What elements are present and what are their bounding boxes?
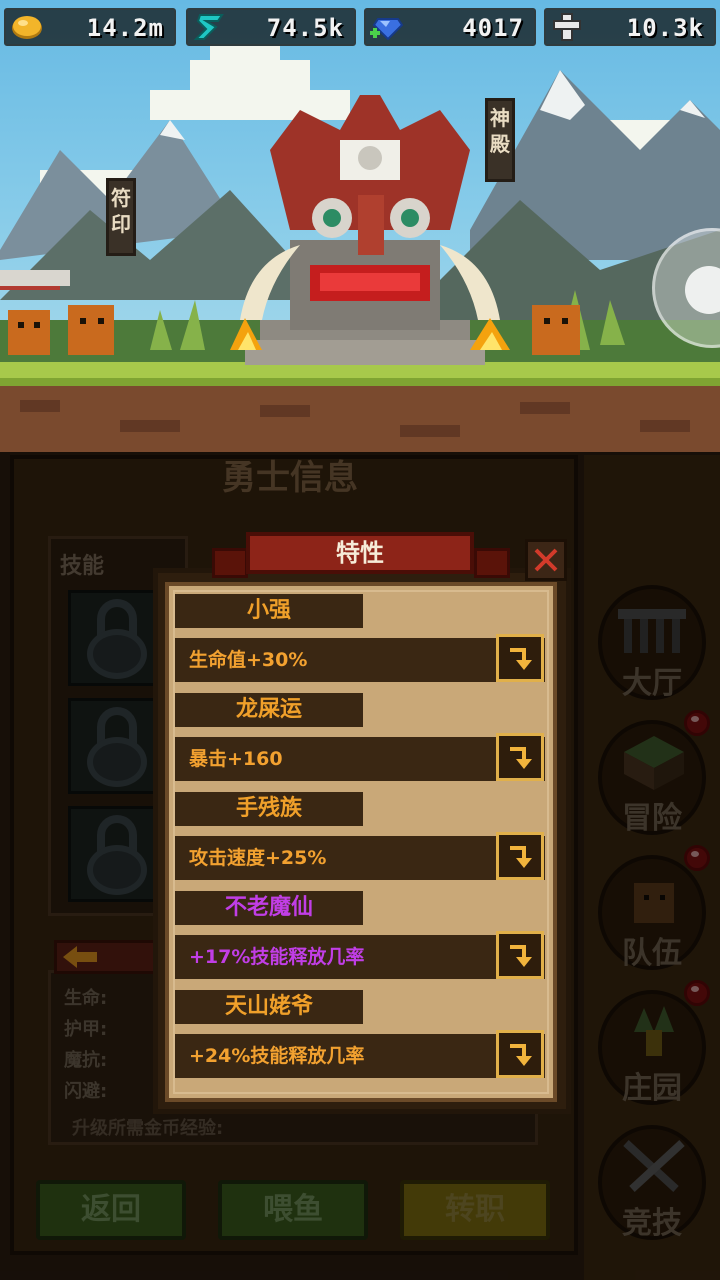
trait-effect-row-2: 暴击+160 xyxy=(175,737,545,781)
trait-name-2: 龙屎运 xyxy=(175,693,363,727)
sign-left: 符印 xyxy=(106,178,136,256)
cross-value: 10.3k xyxy=(626,14,704,42)
game-scene: 符印 神殿 xyxy=(0,0,720,455)
resource-gem: 4017 xyxy=(364,8,536,46)
trait-name-1: 小强 xyxy=(175,594,363,628)
trait-reroll-button-4[interactable] xyxy=(496,931,544,979)
resource-rune: 74.5k xyxy=(186,8,356,46)
trait-effect-row-1: 生命值+30% xyxy=(175,638,545,682)
reroll-icon xyxy=(510,648,532,670)
gem-icon xyxy=(370,18,404,41)
trait-name-3: 手残族 xyxy=(175,792,363,826)
reroll-icon xyxy=(510,747,532,769)
resource-cross: 10.3k xyxy=(544,8,716,46)
trait-effect-row-4: +17%技能释放几率 xyxy=(175,935,545,979)
trait-reroll-button-5[interactable] xyxy=(496,1030,544,1078)
trait-effect-5: +24%技能释放几率 xyxy=(189,1045,365,1067)
gem-value: 4017 xyxy=(462,14,524,42)
reroll-icon xyxy=(510,1044,532,1066)
trait-effect-row-5: +24%技能释放几率 xyxy=(175,1034,545,1078)
teal-rune-icon xyxy=(193,14,224,40)
trait-reroll-button-1[interactable] xyxy=(496,634,544,682)
close-icon xyxy=(534,548,558,572)
traits-modal-title: 特性 xyxy=(246,532,474,574)
title-ribbon-left xyxy=(212,548,248,578)
trait-effect-3: 攻击速度+25% xyxy=(189,847,327,869)
trait-effect-4: +17%技能释放几率 xyxy=(189,946,365,968)
trait-reroll-button-2[interactable] xyxy=(496,733,544,781)
reroll-icon xyxy=(510,846,532,868)
resource-gold: 14.2m xyxy=(4,8,176,46)
cross-icon xyxy=(553,13,581,41)
sign-right: 神殿 xyxy=(485,98,515,182)
trait-effect-1: 生命值+30% xyxy=(189,649,308,671)
reroll-icon xyxy=(510,945,532,967)
trait-name-4: 不老魔仙 xyxy=(175,891,363,925)
trait-reroll-button-3[interactable] xyxy=(496,832,544,880)
trait-effect-row-3: 攻击速度+25% xyxy=(175,836,545,880)
trait-name-5: 天山姥爷 xyxy=(175,990,363,1024)
title-ribbon-right xyxy=(474,548,510,578)
resource-bar: 14.2m 74.5k 4017 10.3k xyxy=(0,0,720,52)
rune-value: 74.5k xyxy=(266,14,344,42)
close-button[interactable] xyxy=(525,539,567,581)
trait-effect-2: 暴击+160 xyxy=(189,748,283,770)
gold-value: 14.2m xyxy=(86,14,164,42)
gold-coin-icon xyxy=(12,16,42,39)
